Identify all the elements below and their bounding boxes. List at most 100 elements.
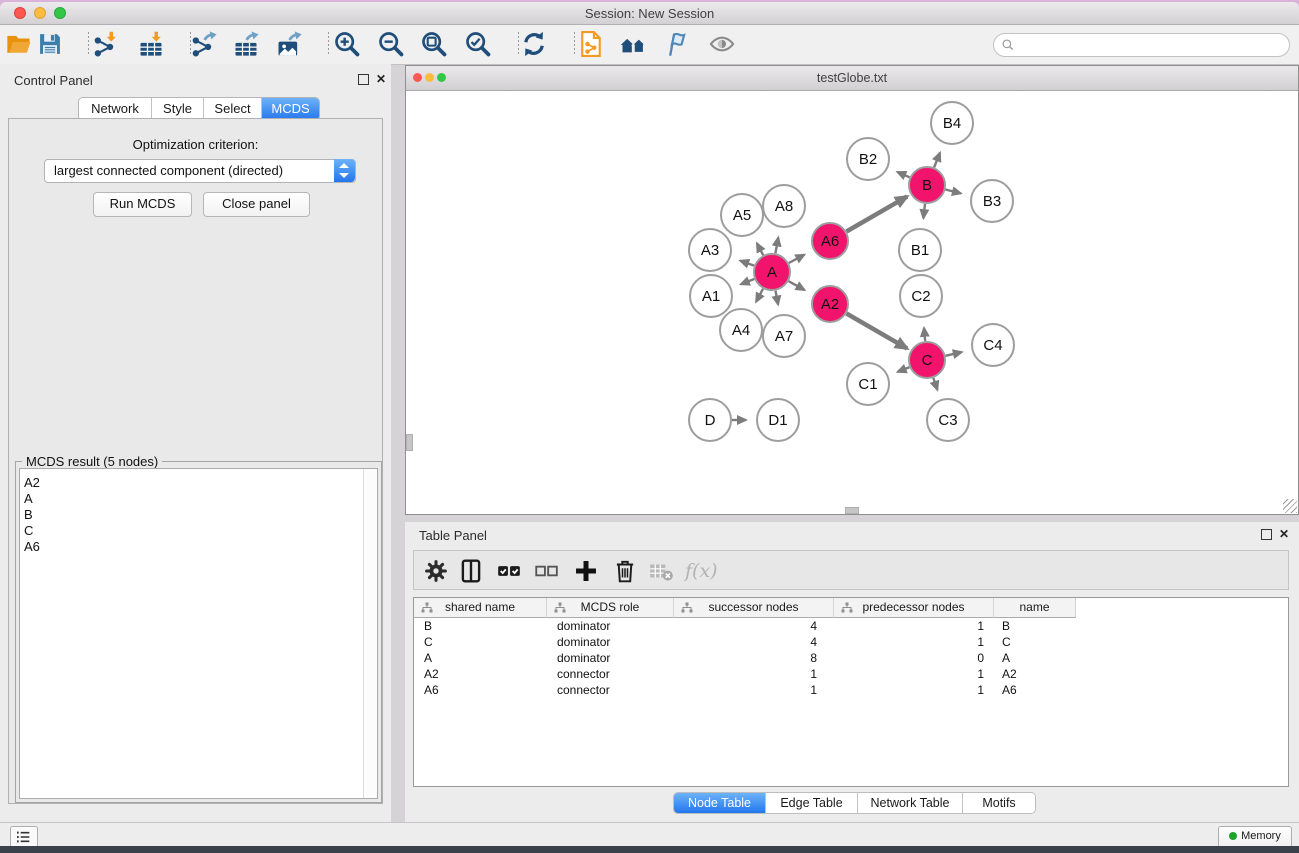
run-mcds-button[interactable]: Run MCDS (93, 192, 192, 217)
tab-network[interactable]: Network (79, 98, 152, 120)
table-row[interactable]: A6connector11A6 (414, 682, 1288, 698)
table-cell[interactable]: 1 (674, 666, 834, 682)
graph-edge-A6-B[interactable] (847, 197, 908, 232)
zoom-out-icon[interactable] (377, 30, 405, 58)
search-input[interactable] (993, 33, 1290, 57)
graph-edge-B-B2[interactable] (897, 172, 909, 177)
graph-edge-A-A7[interactable] (776, 291, 779, 305)
column-header-predecessor-nodes[interactable]: predecessor nodes (834, 598, 994, 618)
table-row[interactable]: Bdominator41B (414, 618, 1288, 634)
graph-edge-C-C1[interactable] (898, 367, 910, 372)
table-cell[interactable]: C (994, 634, 1076, 650)
table-cell[interactable]: connector (547, 682, 674, 698)
table-settings-icon[interactable] (423, 558, 449, 584)
mcds-result-item[interactable]: C (20, 523, 363, 539)
graph-edge-B-B1[interactable] (923, 204, 925, 218)
mcds-result-item[interactable]: A2 (20, 475, 363, 491)
table-cell[interactable]: A (994, 650, 1076, 666)
table-cell[interactable]: A2 (994, 666, 1076, 682)
import-network-icon[interactable] (92, 30, 120, 58)
table-cell[interactable]: 1 (674, 682, 834, 698)
mcds-result-item[interactable]: B (20, 507, 363, 523)
network-from-file-icon[interactable] (577, 30, 605, 58)
table-cell[interactable]: B (994, 618, 1076, 634)
graph-edge-A-A2[interactable] (789, 281, 805, 290)
tab-network-table[interactable]: Network Table (858, 793, 963, 813)
hide-selected-icon[interactable] (708, 30, 736, 58)
deselect-all-icon[interactable] (533, 558, 559, 584)
graph-edge-A-A3[interactable] (740, 261, 754, 266)
table-row[interactable]: Adominator80A (414, 650, 1288, 666)
table-cell[interactable]: 8 (674, 650, 834, 666)
float-panel-icon[interactable] (358, 74, 369, 85)
tab-edge-table[interactable]: Edge Table (766, 793, 858, 813)
table-row[interactable]: Cdominator41C (414, 634, 1288, 650)
table-cell[interactable]: 1 (834, 666, 994, 682)
annotation-icon[interactable] (662, 30, 690, 58)
column-header-name[interactable]: name (994, 598, 1076, 618)
vertical-scrollbar-thumb[interactable] (406, 434, 413, 451)
table-cell[interactable]: dominator (547, 650, 674, 666)
close-table-panel-icon[interactable]: ✕ (1279, 529, 1289, 540)
table-cell[interactable]: A6 (994, 682, 1076, 698)
table-cell[interactable]: 0 (834, 650, 994, 666)
task-history-button[interactable] (10, 826, 38, 848)
table-row[interactable]: A2connector11A2 (414, 666, 1288, 682)
export-image-icon[interactable] (275, 30, 303, 58)
graph-edge-C-C2[interactable] (924, 328, 925, 341)
mcds-result-item[interactable]: A (20, 491, 363, 507)
table-cell[interactable]: A (414, 650, 547, 666)
close-panel-button[interactable]: Close panel (203, 192, 310, 217)
close-panel-icon[interactable]: ✕ (376, 74, 386, 85)
table-cell[interactable]: B (414, 618, 547, 634)
table-cell[interactable]: 1 (834, 634, 994, 650)
table-cell[interactable]: connector (547, 666, 674, 682)
graph-edge-A-A4[interactable] (756, 289, 763, 302)
open-session-icon[interactable] (5, 30, 33, 58)
delete-columns-icon[interactable] (612, 558, 638, 584)
graph-edge-B-B3[interactable] (945, 190, 961, 194)
add-column-icon[interactable] (573, 558, 599, 584)
table-cell[interactable]: dominator (547, 618, 674, 634)
column-header-shared-name[interactable]: shared name (414, 598, 547, 618)
show-columns-icon[interactable] (458, 558, 484, 584)
table-cell[interactable]: dominator (547, 634, 674, 650)
zoom-fit-icon[interactable] (420, 30, 448, 58)
resize-grip-icon[interactable] (1283, 499, 1297, 513)
refresh-view-icon[interactable] (520, 30, 548, 58)
table-cell[interactable]: 4 (674, 634, 834, 650)
table-cell[interactable]: 1 (834, 618, 994, 634)
first-neighbors-icon[interactable] (619, 30, 647, 58)
table-cell[interactable]: 1 (834, 682, 994, 698)
export-table-icon[interactable] (232, 30, 260, 58)
float-table-panel-icon[interactable] (1261, 529, 1272, 540)
table-cell[interactable]: 4 (674, 618, 834, 634)
table-cell[interactable]: A2 (414, 666, 547, 682)
column-header-MCDS-role[interactable]: MCDS role (547, 598, 674, 618)
import-table-icon[interactable] (137, 30, 165, 58)
table-cell[interactable]: A6 (414, 682, 547, 698)
graph-edge-A-A8[interactable] (775, 238, 778, 254)
table-cell[interactable]: C (414, 634, 547, 650)
tab-mcds[interactable]: MCDS (262, 98, 319, 120)
graph-edge-A-A5[interactable] (757, 243, 763, 255)
save-session-icon[interactable] (36, 30, 64, 58)
horizontal-scrollbar-thumb[interactable] (845, 507, 859, 514)
tab-motifs[interactable]: Motifs (963, 793, 1035, 813)
tab-select[interactable]: Select (204, 98, 262, 120)
graph-edge-B-B4[interactable] (934, 153, 940, 168)
export-network-icon[interactable] (190, 30, 218, 58)
graph-edge-A-A6[interactable] (789, 255, 805, 263)
column-header-successor-nodes[interactable]: successor nodes (674, 598, 834, 618)
graph-edge-A2-C[interactable] (847, 314, 908, 349)
mcds-result-list[interactable]: A2ABCA6 (19, 468, 378, 799)
zoom-selected-icon[interactable] (464, 30, 492, 58)
graph-edge-A-A1[interactable] (741, 279, 755, 284)
network-canvas[interactable]: B4B2BB3A5A8A6A3B1AA1C2A2A4A7CC4C1C3DD1 (406, 91, 1298, 514)
zoom-in-icon[interactable] (333, 30, 361, 58)
graph-edge-C-C4[interactable] (946, 352, 962, 356)
graph-edge-C-C3[interactable] (933, 378, 937, 390)
optimization-select[interactable]: largest connected component (directed) (44, 159, 356, 183)
select-all-icon[interactable] (496, 558, 522, 584)
mcds-result-item[interactable]: A6 (20, 539, 363, 555)
